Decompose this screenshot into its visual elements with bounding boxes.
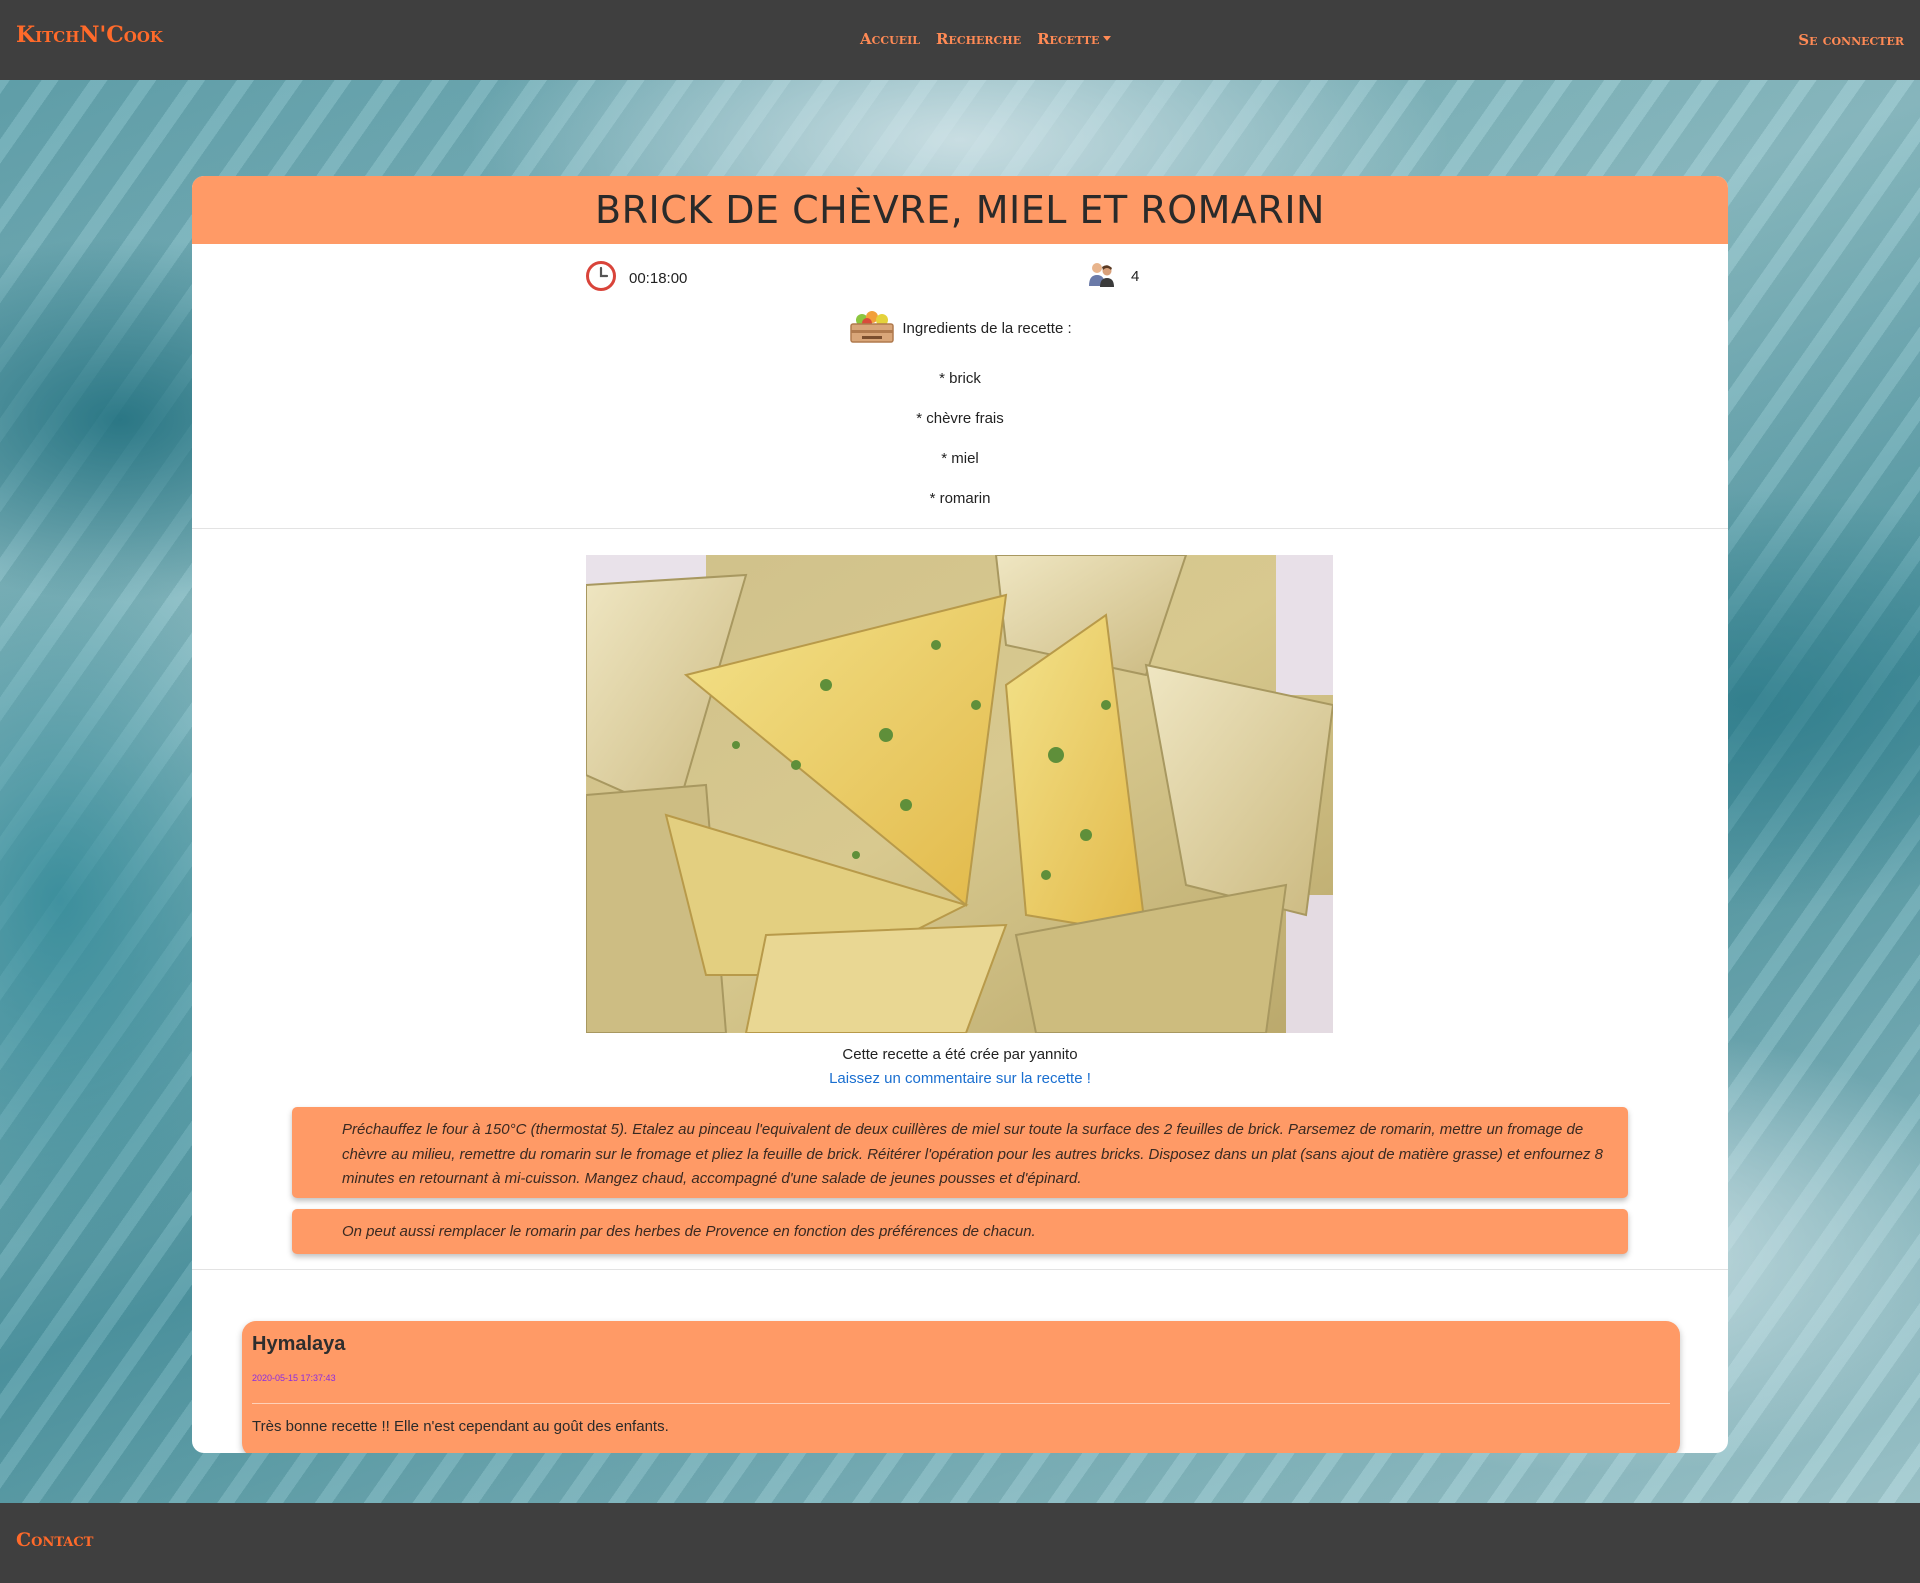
- ingredients-label: Ingredients de la recette :: [902, 320, 1072, 337]
- comment-link-wrap: Laissez un commentaire sur la recette !: [192, 1070, 1728, 1087]
- ingredients-list: * brick * chèvre frais * miel * romarin: [192, 370, 1728, 530]
- ingredients-heading: Ingredients de la recette :: [192, 308, 1728, 349]
- recipe-time-value: 00:18:00: [629, 270, 688, 287]
- recipe-servings-value: 4: [1131, 268, 1140, 285]
- leave-comment-link[interactable]: Laissez un commentaire sur la recette !: [829, 1070, 1091, 1087]
- nav-recette-dropdown[interactable]: Recette: [1037, 30, 1112, 48]
- recipe-photo: [585, 554, 1335, 1034]
- nav-recette-label: Recette: [1037, 30, 1100, 48]
- recipe-step: On peut aussi remplacer le romarin par d…: [292, 1209, 1628, 1254]
- caret-down-icon: [1103, 36, 1112, 41]
- review-card: Hymalaya 2020-05-15 17:37:43 Très bonne …: [242, 1321, 1680, 1453]
- recipe-author: Cette recette a été crée par yannito: [842, 1046, 1078, 1063]
- contact-link[interactable]: Contact: [16, 1529, 93, 1551]
- section-divider: [192, 528, 1728, 529]
- ingredient-item: * miel: [941, 450, 979, 467]
- brand-logo-link[interactable]: KitchN'Cook: [16, 22, 163, 48]
- recipe-servings: 4: [1087, 260, 1139, 293]
- recipe-card: BRICK DE CHÈVRE, MIEL ET ROMARIN 00:18:0…: [192, 176, 1728, 1453]
- main-nav: Accueil Recherche Recette: [860, 30, 1112, 48]
- review-date: 2020-05-15 17:37:43: [252, 1373, 336, 1383]
- recipe-title: BRICK DE CHÈVRE, MIEL ET ROMARIN: [595, 188, 1325, 232]
- nav-accueil[interactable]: Accueil: [860, 30, 920, 48]
- recipe-time: 00:18:00: [585, 260, 687, 297]
- review-username: Hymalaya: [252, 1333, 346, 1355]
- recipe-step: Préchauffez le four à 150°C (thermostat …: [292, 1107, 1628, 1198]
- review-text: Très bonne recette !! Elle n'est cependa…: [252, 1418, 669, 1435]
- nav-recherche[interactable]: Recherche: [936, 30, 1021, 48]
- people-icon: [1087, 260, 1117, 293]
- footer: Contact: [0, 1503, 1920, 1583]
- ingredients-crate-icon: [848, 308, 896, 349]
- ingredient-item: * romarin: [929, 490, 991, 507]
- ingredient-item: * brick: [939, 370, 981, 387]
- review-divider: [252, 1403, 1670, 1404]
- ingredient-item: * chèvre frais: [916, 410, 1004, 427]
- recipe-header: BRICK DE CHÈVRE, MIEL ET ROMARIN: [192, 176, 1728, 244]
- top-navbar: KitchN'Cook Accueil Recherche Recette Se…: [0, 0, 1920, 80]
- clock-icon: [585, 260, 617, 297]
- section-divider: [192, 1269, 1728, 1270]
- login-link[interactable]: Se connecter: [1798, 31, 1904, 49]
